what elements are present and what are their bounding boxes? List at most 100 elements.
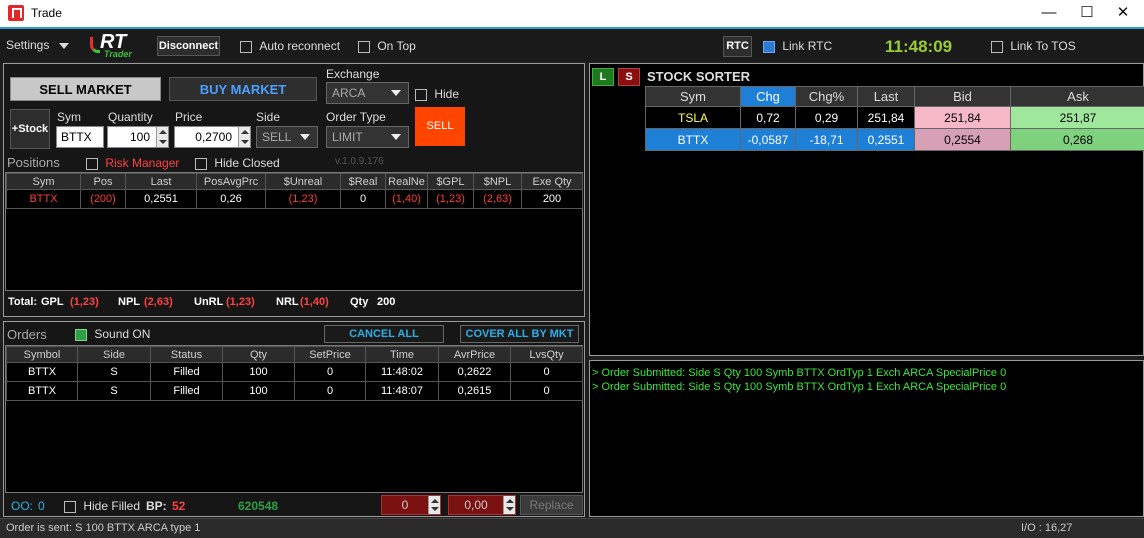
cell: 0 — [294, 381, 366, 401]
short-filter-button[interactable]: S — [618, 68, 640, 86]
logo-swoosh-icon — [90, 37, 100, 53]
col-sym[interactable]: Sym — [645, 86, 741, 107]
price-spin-icon[interactable] — [238, 127, 250, 147]
symbol-input[interactable]: BTTX — [56, 126, 104, 148]
on-top-checkbox[interactable] — [358, 40, 370, 53]
hide-filled-checkbox[interactable] — [64, 500, 76, 513]
version-label: v.1.0.9.176 — [335, 156, 384, 167]
sound-checkbox[interactable] — [75, 328, 87, 341]
hide-closed-checkbox[interactable] — [195, 157, 207, 170]
col-side[interactable]: Side — [77, 346, 151, 363]
long-filter-button[interactable]: L — [592, 68, 614, 86]
col-avrprice[interactable]: AvrPrice — [438, 346, 511, 363]
cell: 100 — [222, 362, 295, 382]
quantity-spin-icon[interactable] — [156, 127, 168, 147]
rtc-button[interactable]: RTC — [723, 36, 752, 57]
exchange-select[interactable]: ARCA — [326, 82, 409, 104]
cancel-all-orders-button[interactable]: CANCEL ALL ORDERS — [324, 325, 444, 356]
table-row[interactable]: BTTX -0,0587 -18,71 0,2551 0,2554 0,268 — [645, 128, 1144, 151]
col-qty[interactable]: Qty — [222, 346, 295, 363]
risk-manager-toggle[interactable]: Risk Manager — [86, 156, 179, 170]
cell: 0,29 — [795, 106, 858, 129]
orders-header-row: Symbol Side Status Qty SetPrice Time Avr… — [6, 346, 583, 363]
replace-button[interactable]: Replace — [520, 495, 583, 515]
col-pos[interactable]: Pos — [80, 173, 126, 190]
side-select[interactable]: SELL — [256, 126, 318, 148]
hide-filled-toggle[interactable]: Hide Filled — [64, 499, 140, 513]
col-chg[interactable]: Chg — [740, 86, 796, 107]
oo-value: 0 — [38, 499, 45, 513]
cell: 0 — [510, 381, 583, 401]
cell: -0,0587 — [740, 128, 796, 151]
link-tos-checkbox[interactable] — [991, 40, 1003, 53]
total-unrl-value: (1,23) — [226, 296, 255, 308]
order-type-select[interactable]: LIMIT — [326, 126, 409, 148]
on-top-toggle[interactable]: On Top — [358, 39, 416, 53]
cell: BTTX — [6, 381, 78, 401]
disconnect-button[interactable]: Disconnect — [157, 36, 220, 56]
col-time[interactable]: Time — [365, 346, 439, 363]
rt-trader-logo: RT Trader — [90, 31, 152, 59]
col-posavgprc[interactable]: PosAvgPrc — [196, 173, 266, 190]
positions-table: Sym Pos Last PosAvgPrc $Unreal $Real Rea… — [6, 173, 583, 209]
replace-qty-stepper[interactable]: 0 — [381, 495, 441, 515]
settings-label: Settings — [6, 38, 50, 52]
col-bid[interactable]: Bid — [914, 86, 1011, 107]
total-gpl-value: (1,23) — [70, 296, 99, 308]
replace-price-stepper[interactable]: 0,00 — [448, 495, 516, 515]
cover-all-by-mkt-button[interactable]: COVER ALL BY MKT — [460, 325, 579, 343]
col-realne[interactable]: RealNe — [385, 173, 428, 190]
sell-button[interactable]: SELL — [415, 107, 465, 146]
hide-closed-toggle[interactable]: Hide Closed — [195, 156, 280, 170]
col-last[interactable]: Last — [125, 173, 197, 190]
replace-qty-spin-icon[interactable] — [428, 496, 440, 514]
table-row[interactable]: BTTX (200) 0,2551 0,26 (1,23) 0 (1,40) (… — [6, 189, 583, 209]
cell: 0,2615 — [438, 381, 511, 401]
link-rtc-checkbox[interactable] — [763, 40, 775, 53]
positions-grid: Sym Pos Last PosAvgPrc $Unreal $Real Rea… — [5, 172, 583, 291]
col-npl[interactable]: $NPL — [473, 173, 522, 190]
auto-reconnect-toggle[interactable]: Auto reconnect — [240, 39, 340, 53]
positions-title: Positions — [7, 155, 60, 170]
sound-toggle[interactable]: Sound ON — [75, 327, 150, 341]
cell: BTTX — [645, 128, 741, 151]
total-unrl-label: UnRL — [194, 296, 224, 308]
col-real[interactable]: $Real — [340, 173, 386, 190]
price-stepper[interactable]: 0,2700 — [174, 126, 251, 148]
col-gpl[interactable]: $GPL — [427, 173, 474, 190]
hide-checkbox[interactable] — [415, 88, 427, 101]
cell: 0,268 — [1010, 128, 1144, 151]
link-tos-toggle[interactable]: Link To TOS — [991, 39, 1076, 53]
col-ask[interactable]: Ask — [1010, 86, 1144, 107]
risk-manager-checkbox[interactable] — [86, 157, 98, 170]
stock-sorter-panel: L S STOCK SORTER Sym Chg Chg% Last Bid A… — [589, 63, 1144, 356]
table-row[interactable]: BTTX S Filled 100 0 11:48:02 0,2622 0 — [6, 362, 583, 382]
table-row[interactable]: TSLA 0,72 0,29 251,84 251,84 251,87 — [645, 106, 1144, 129]
col-sym[interactable]: Sym — [6, 173, 81, 190]
orders-title: Orders — [7, 327, 47, 342]
col-exe-qty[interactable]: Exe Qty — [521, 173, 583, 190]
add-stock-button[interactable]: +Stock — [10, 109, 50, 149]
col-setprice[interactable]: SetPrice — [294, 346, 366, 363]
col-symbol[interactable]: Symbol — [6, 346, 78, 363]
sell-market-button[interactable]: SELL MARKET — [10, 77, 161, 101]
cell: 0,2551 — [857, 128, 915, 151]
table-row[interactable]: BTTX S Filled 100 0 11:48:07 0,2615 0 — [6, 381, 583, 401]
buy-market-button[interactable]: BUY MARKET — [169, 77, 317, 101]
window-title: Trade — [31, 6, 62, 20]
hide-toggle[interactable]: Hide — [415, 87, 459, 101]
cell: 0,2622 — [438, 362, 511, 382]
col-last[interactable]: Last — [857, 86, 915, 107]
col-chg-pct[interactable]: Chg% — [795, 86, 858, 107]
col-lvsqty[interactable]: LvsQty — [510, 346, 583, 363]
link-rtc-toggle[interactable]: Link RTC — [763, 39, 832, 53]
col-status[interactable]: Status — [150, 346, 223, 363]
replace-price-spin-icon[interactable] — [503, 496, 515, 514]
settings-menu[interactable]: Settings — [6, 38, 69, 52]
col-unreal[interactable]: $Unreal — [265, 173, 341, 190]
quantity-stepper[interactable]: 100 — [107, 126, 169, 148]
window-titlebar: Trade — ☐ ✕ — [0, 0, 1144, 27]
cell: 0,72 — [740, 106, 796, 129]
auto-reconnect-checkbox[interactable] — [240, 40, 252, 53]
close-button[interactable]: ✕ — [1100, 0, 1144, 27]
